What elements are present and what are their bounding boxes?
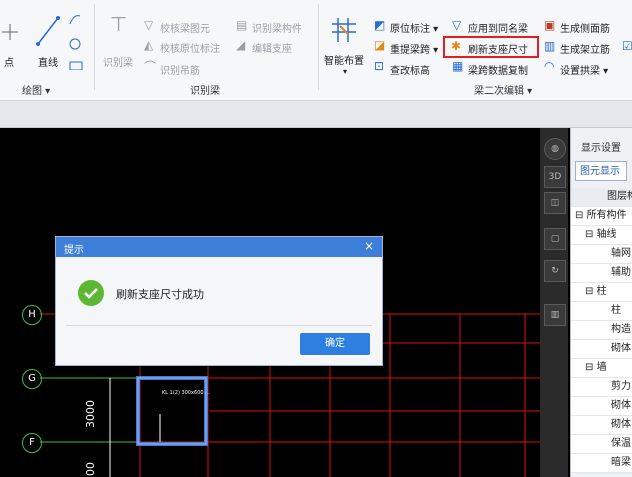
side-rebar-icon: ▣ — [544, 18, 556, 32]
view-3d-icon[interactable]: 3D — [544, 166, 566, 188]
recognize-beam-member-button[interactable]: 识别梁构件 — [252, 20, 302, 35]
dialog-separator — [66, 325, 372, 326]
tree-item[interactable]: 砌体 — [571, 397, 632, 416]
collapse-icon[interactable]: ⊟ — [585, 229, 597, 240]
edit-support-button[interactable]: 编辑支座 — [252, 40, 292, 55]
smart-layout-dropdown-icon[interactable]: ▾ — [343, 66, 347, 78]
draw-group-label[interactable]: 绘图 ▾ — [22, 82, 50, 97]
origin-mark-button[interactable]: 原位标注 ▾ — [390, 20, 438, 35]
beam-check-icon: ▽ — [144, 18, 154, 32]
tree-item[interactable]: 保温 — [571, 435, 632, 454]
generate-stirrup-button[interactable]: 生成架立筋 — [560, 41, 610, 56]
smart-layout-icon — [332, 18, 356, 42]
message-dialog: 提示 × 刷新支座尺寸成功 确定 — [55, 236, 383, 366]
separator — [318, 4, 319, 90]
axis-label-g: G — [22, 369, 42, 389]
generate-side-rebar-button[interactable]: 生成侧面筋 — [560, 20, 610, 35]
tree-item[interactable]: 砌体 — [571, 416, 632, 435]
view-tools-bar: ◍ 3D ◫ ▢ ↻ ▥ — [540, 128, 568, 477]
tree-item[interactable]: 暗梁 — [571, 454, 632, 473]
beam-member-icon: ▤ — [236, 18, 248, 32]
hanger-icon: ⌒ — [144, 60, 157, 74]
line-tool-label[interactable]: 直线 — [38, 54, 58, 69]
checkbox-icon[interactable]: ☑ — [622, 40, 632, 52]
secondary-edit-group-label[interactable]: 梁二次编辑 ▾ — [474, 82, 532, 97]
copy-span-data-button[interactable]: 梁跨数据复制 — [468, 62, 528, 77]
collapse-icon[interactable]: ⊟ — [585, 362, 597, 373]
recognize-beam-icon: ⊤ — [110, 12, 128, 36]
ok-button[interactable]: 确定 — [300, 333, 370, 355]
recognize-beam-button[interactable]: 识别梁 — [103, 54, 133, 69]
smart-layout-button[interactable]: 智能布置 — [324, 52, 364, 67]
panel-title: 显示设置 — [581, 143, 621, 154]
tree-item[interactable]: ⊟ 柱 — [571, 283, 632, 302]
check-elevation-button[interactable]: 查改标高 — [390, 62, 430, 77]
rotate-icon[interactable]: ↻ — [544, 260, 566, 282]
apply-same-name-icon: ▽ — [452, 18, 462, 32]
success-check-icon — [78, 280, 104, 306]
check-beam-drawing-button[interactable]: 校核梁图元 — [160, 20, 210, 35]
dialog-title-bar[interactable]: 提示 × — [56, 237, 382, 257]
arch-beam-icon: ◠ — [544, 59, 555, 73]
point-tool-label[interactable]: 点 — [4, 54, 14, 69]
dialog-title: 提示 — [64, 245, 84, 256]
dialog-message: 刷新支座尺寸成功 — [116, 288, 204, 301]
edit-support-icon: ◢ — [236, 38, 246, 52]
stirrup-icon: ▥ — [544, 39, 556, 53]
support-check-icon: ◭ — [144, 38, 154, 52]
collapse-icon[interactable]: ⊟ — [585, 286, 597, 297]
orbit-icon[interactable]: ◍ — [544, 138, 566, 160]
tree-item[interactable]: ⊟ 所有构件 — [571, 207, 632, 226]
dimension-partial: 00 — [84, 462, 97, 476]
tree-item[interactable]: ⊟ 轴线 — [571, 226, 632, 245]
apply-same-name-button[interactable]: 应用到同名梁 — [468, 20, 528, 35]
tree-item[interactable]: 构造 — [571, 321, 632, 340]
tree-item[interactable]: 砌体 — [571, 340, 632, 359]
check-support-mark-button[interactable]: 校核原位标注 — [160, 40, 220, 55]
collapse-icon[interactable]: ⊟ — [575, 210, 587, 221]
close-icon[interactable]: × — [364, 239, 374, 253]
tree-item[interactable]: 柱 — [571, 302, 632, 321]
tab-element-display[interactable]: 图元显示 — [575, 161, 627, 181]
recognize-hanger-button[interactable]: 识别吊筋 — [160, 62, 200, 77]
secondary-toolbar-strip — [0, 101, 632, 128]
beam-annotation-text: KL 1(2) 300x600 ... — [162, 390, 210, 396]
tree-item[interactable]: 剪力 — [571, 378, 632, 397]
separator — [94, 4, 95, 90]
re-extract-span-icon: ◪ — [374, 38, 386, 52]
display-settings-panel: 显示设置 图元显示 图层构 ⊟ 所有构件 ⊟ 轴线 轴网 辅助 ⊟ 柱 柱 构造… — [570, 128, 632, 477]
cube-view-icon[interactable]: ◫ — [544, 192, 566, 214]
box-view-icon[interactable]: ▢ — [544, 228, 566, 250]
tree-item[interactable]: ⊟ 墙 — [571, 359, 632, 378]
tree-item[interactable]: 轴网 — [571, 245, 632, 264]
ribbon-toolbar: 点 直线 绘图 ▾ ⊤ 识别梁 校核梁图元 校核原位标注 识别吊筋 ▽ ◭ ⌒ … — [0, 0, 632, 101]
refresh-support-highlight-box — [443, 36, 539, 58]
tree-item[interactable]: 辅助 — [571, 264, 632, 283]
origin-mark-icon: ◩ — [374, 18, 386, 32]
set-arch-beam-button[interactable]: 设置拱梁 ▾ — [560, 62, 608, 77]
re-extract-span-button[interactable]: 重提梁跨 ▾ — [390, 41, 438, 56]
layer-icon[interactable]: ▥ — [544, 304, 566, 326]
axis-label-h: H — [22, 305, 42, 325]
dimension-3000: 3000 — [84, 400, 97, 428]
check-elevation-icon: ⊡ — [374, 59, 385, 73]
tree-header: 图层构 — [571, 188, 632, 207]
recognize-group-label: 识别梁 — [190, 86, 220, 97]
copy-span-data-icon: ▦ — [452, 59, 464, 73]
axis-label-f: F — [22, 433, 42, 453]
